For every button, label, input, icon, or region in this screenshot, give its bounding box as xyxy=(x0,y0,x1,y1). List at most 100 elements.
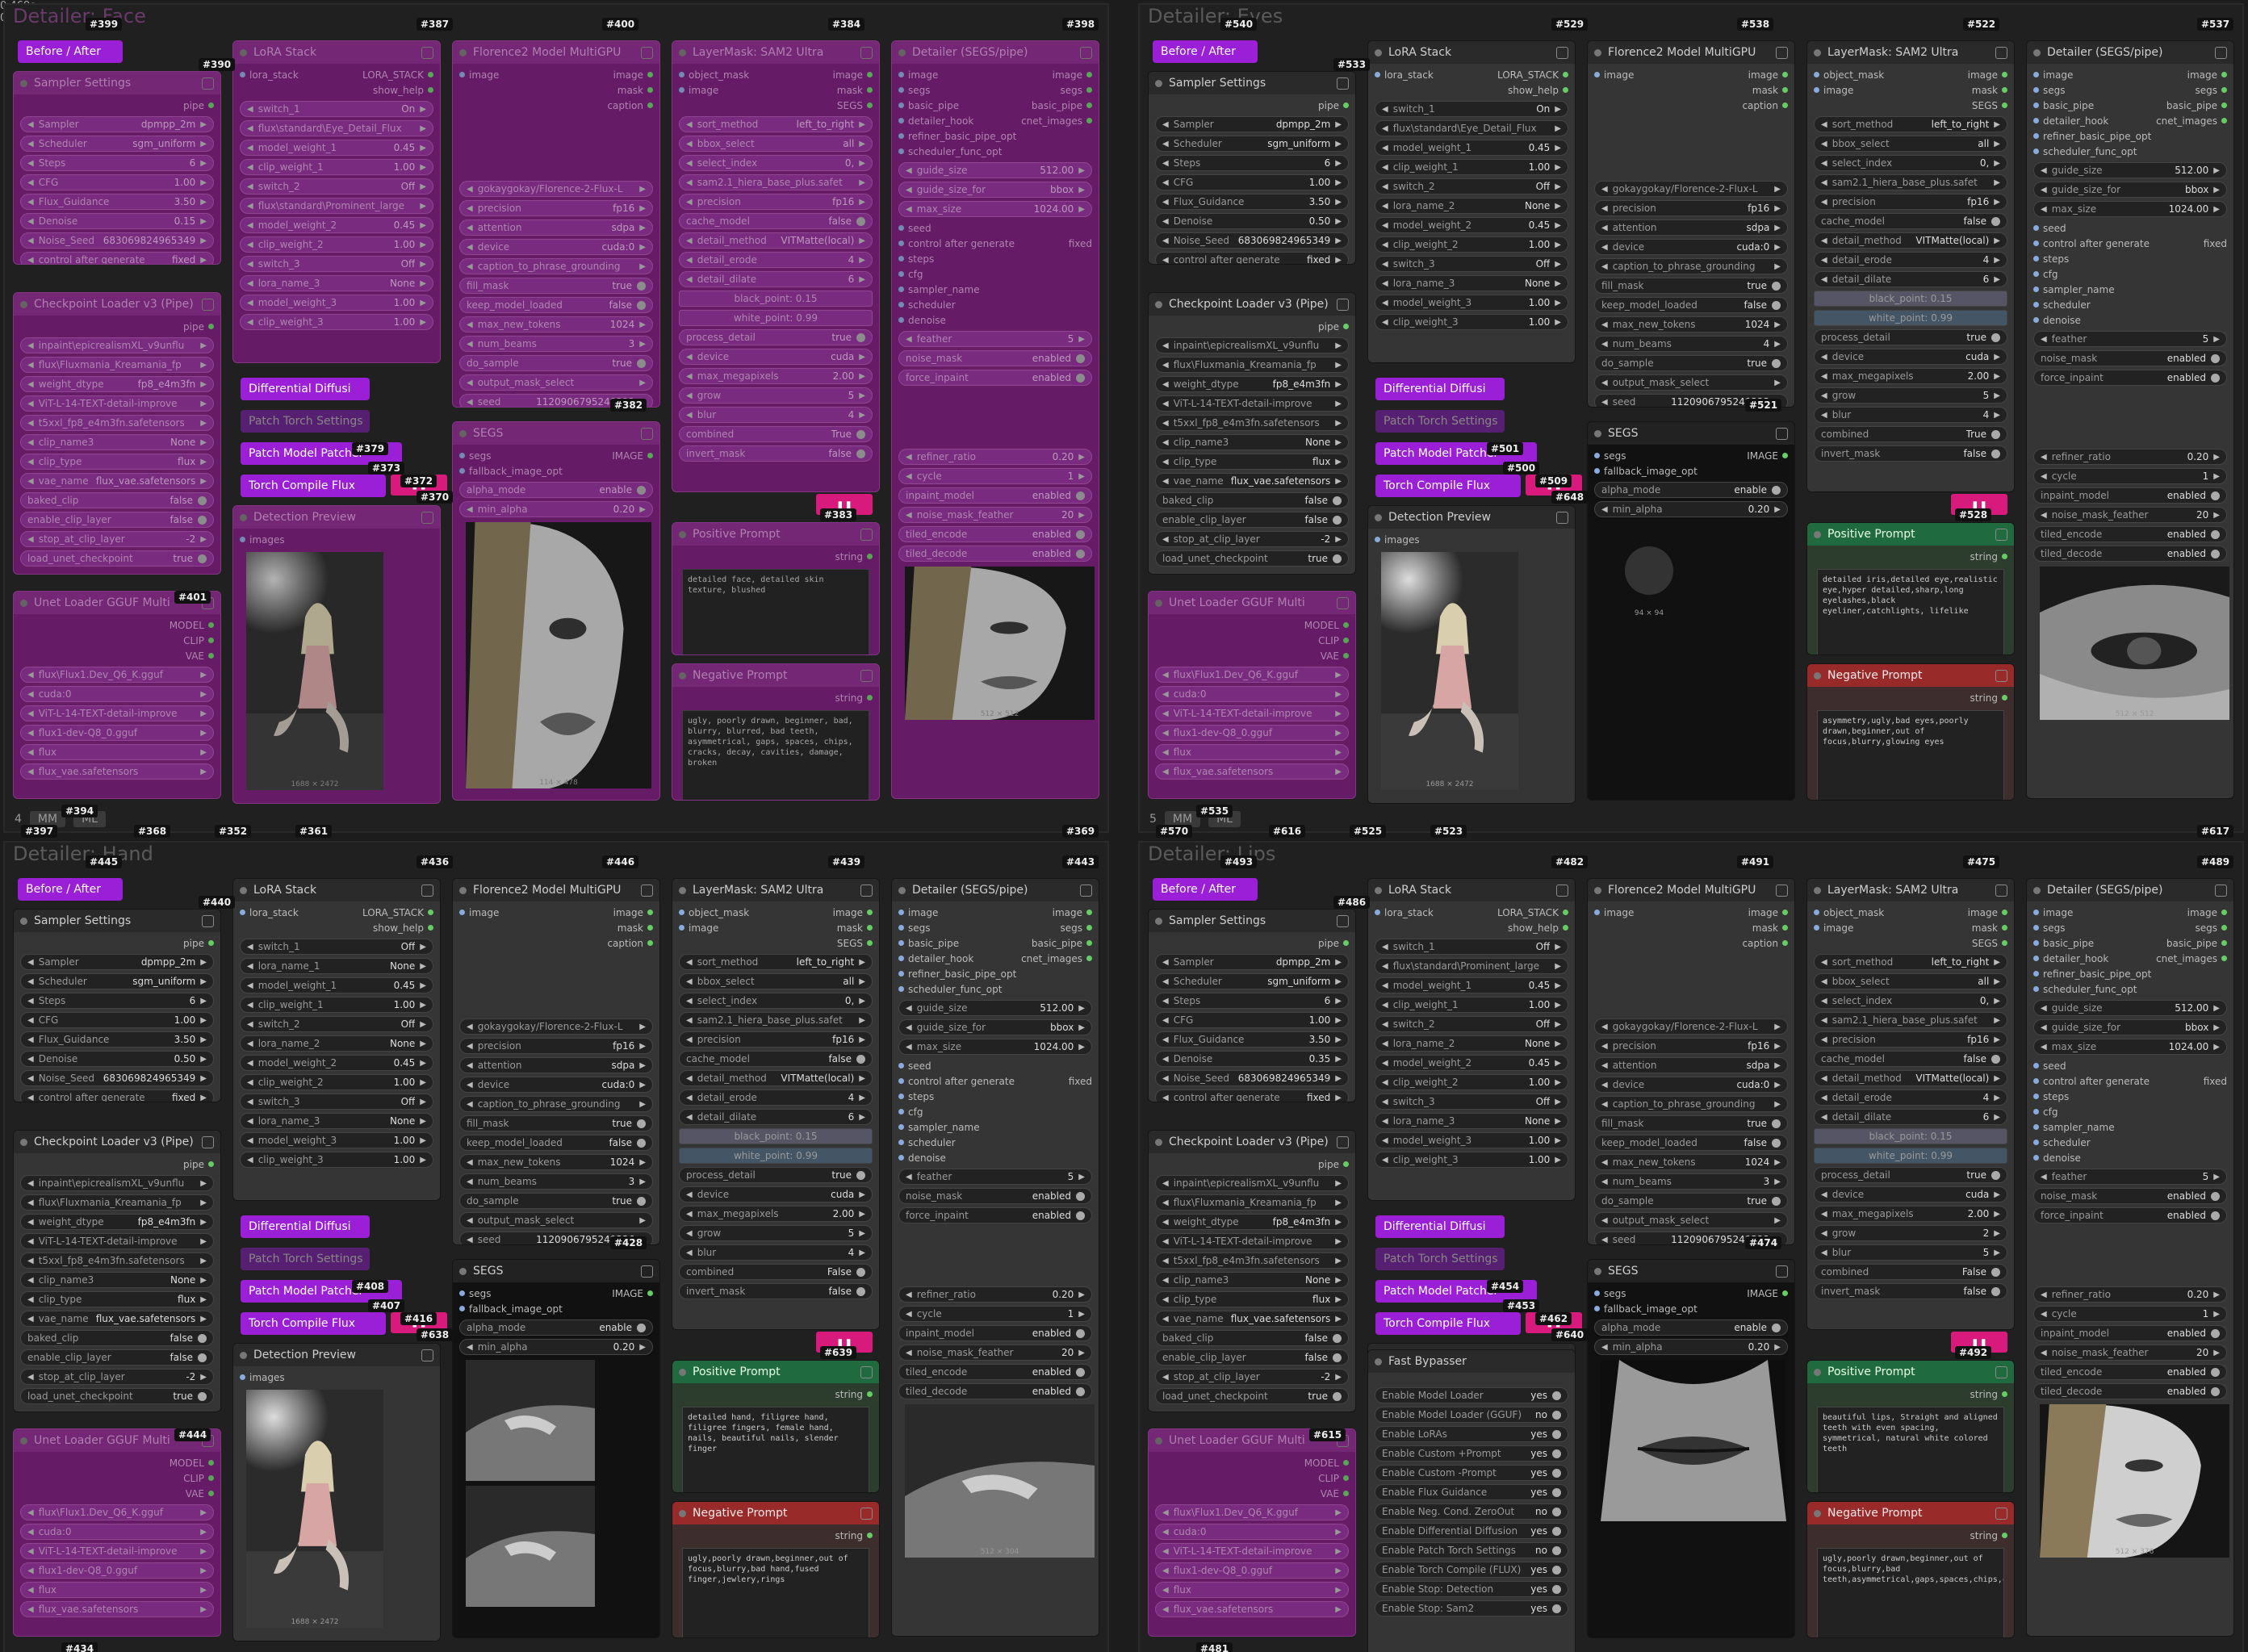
collapse-dot-icon[interactable] xyxy=(679,886,686,894)
arrow-right-icon[interactable]: ▶ xyxy=(859,391,865,400)
output-dot-icon[interactable] xyxy=(867,1533,873,1538)
arrow-left-icon[interactable]: ◀ xyxy=(1162,767,1169,776)
output-port[interactable]: string xyxy=(835,1530,873,1541)
fast-bypasser-toggle[interactable]: Enable Neg. Cond. ZeroOut no xyxy=(1375,1504,1568,1520)
output-dot-icon[interactable] xyxy=(2221,118,2227,123)
toggle-icon[interactable] xyxy=(637,281,646,291)
sampler-control-after-generate[interactable]: ◀ control after generate fixed ▶ xyxy=(1155,252,1349,264)
arrow-right-icon[interactable]: ▶ xyxy=(200,1198,207,1207)
output-port[interactable]: CLIP xyxy=(1318,635,1349,646)
before-after-button[interactable]: Before / After xyxy=(1153,40,1258,63)
collapse-dot-icon[interactable] xyxy=(459,429,467,437)
detailer-widget[interactable]: ◀ refiner_ratio 0.20 ▶ xyxy=(898,449,1092,465)
arrow-left-icon[interactable]: ◀ xyxy=(247,299,253,307)
arrow-right-icon[interactable]: ▶ xyxy=(859,1190,865,1199)
toggle-icon[interactable] xyxy=(1552,1391,1561,1400)
arrow-right-icon[interactable]: ▶ xyxy=(1335,1094,1342,1102)
output-port[interactable]: basic_pipe xyxy=(1032,938,1092,949)
node-menu-icon[interactable] xyxy=(1776,427,1788,440)
node-menu-icon[interactable] xyxy=(860,528,873,541)
arrow-left-icon[interactable]: ◀ xyxy=(1601,185,1608,194)
input-dot-icon[interactable] xyxy=(2033,317,2039,323)
toggle-icon[interactable] xyxy=(2211,1386,2220,1396)
sam-widget[interactable]: ◀ precision fp16 ▶ xyxy=(1814,1031,2007,1048)
collapse-dot-icon[interactable] xyxy=(240,886,247,894)
lora-stack-node[interactable]: LoRA Stack lora_stack LORA_STACK show_help ◀… xyxy=(1367,40,1576,363)
ckpt-widget[interactable]: ◀ flux\Fluxmania_Kreamania_fp ▶ xyxy=(1155,1194,1349,1211)
florence-widget[interactable]: ◀ precision fp16 ▶ xyxy=(459,1038,653,1054)
output-dot-icon[interactable] xyxy=(428,910,433,915)
output-port[interactable]: caption xyxy=(607,100,653,111)
collapse-dot-icon[interactable] xyxy=(898,886,906,894)
input-port[interactable]: sampler_name xyxy=(2033,284,2115,295)
arrow-right-icon[interactable]: ▶ xyxy=(639,1158,646,1167)
node-titlebar[interactable]: Detection Preview xyxy=(233,1344,440,1366)
arrow-left-icon[interactable]: ◀ xyxy=(906,472,912,481)
arrow-right-icon[interactable]: ▶ xyxy=(1335,1605,1342,1614)
node-titlebar[interactable]: Detection Preview xyxy=(1368,506,1575,529)
output-port[interactable]: caption xyxy=(1742,100,1788,111)
input-dot-icon[interactable] xyxy=(679,925,684,931)
input-dot-icon[interactable] xyxy=(2033,225,2039,231)
florence-widget[interactable]: keep_model_loaded false xyxy=(459,1135,653,1151)
output-dot-icon[interactable] xyxy=(2002,925,2007,931)
output-port[interactable]: pipe xyxy=(183,321,214,332)
collapse-dot-icon[interactable] xyxy=(20,599,27,607)
output-port[interactable]: caption xyxy=(1742,938,1788,949)
sam-widget[interactable]: ◀ select_index 0, ▶ xyxy=(679,993,873,1009)
unet-widget[interactable]: ◀ flux ▶ xyxy=(1155,744,1349,760)
arrow-left-icon[interactable]: ◀ xyxy=(27,1257,34,1265)
arrow-right-icon[interactable]: ▶ xyxy=(200,159,207,168)
detailer-widget[interactable]: force_inpaint enabled xyxy=(2033,1207,2227,1223)
collapse-dot-icon[interactable] xyxy=(1814,530,1821,538)
sam-widget[interactable]: ◀ grow 2 ▶ xyxy=(1814,1225,2007,1241)
arrow-right-icon[interactable]: ▶ xyxy=(200,1237,207,1246)
arrow-right-icon[interactable]: ▶ xyxy=(200,120,207,129)
arrow-left-icon[interactable]: ◀ xyxy=(1162,690,1169,699)
ckpt-widget[interactable]: ◀ flux\Fluxmania_Kreamania_fp ▶ xyxy=(1155,357,1349,373)
unet-loader-gguf-node[interactable]: Unet Loader GGUF Multi MODEL CLIP VAE ◀ flux\… xyxy=(1148,1428,1356,1637)
arrow-left-icon[interactable]: ◀ xyxy=(27,1198,34,1207)
sam-widget[interactable]: process_detail true xyxy=(1814,329,2007,345)
lora-widget[interactable]: ◀ model_weight_1 0.45 ▶ xyxy=(240,977,433,993)
node-menu-icon[interactable] xyxy=(202,298,214,311)
input-dot-icon[interactable] xyxy=(1375,72,1380,77)
arrow-right-icon[interactable]: ▶ xyxy=(639,262,646,271)
input-dot-icon[interactable] xyxy=(898,1109,904,1115)
arrow-left-icon[interactable]: ◀ xyxy=(27,1295,34,1304)
arrow-right-icon[interactable]: ▶ xyxy=(1555,1156,1561,1165)
output-dot-icon[interactable] xyxy=(867,695,873,701)
arrow-right-icon[interactable]: ▶ xyxy=(859,997,865,1006)
sam-widget[interactable]: ◀ sort_method left_to_right ▶ xyxy=(1814,954,2007,970)
arrow-right-icon[interactable]: ▶ xyxy=(2213,511,2220,520)
arrow-left-icon[interactable]: ◀ xyxy=(467,1023,473,1031)
toggle-icon[interactable] xyxy=(198,554,207,563)
lora-widget[interactable]: ◀ clip_weight_3 1.00 ▶ xyxy=(1375,1152,1568,1168)
arrow-left-icon[interactable]: ◀ xyxy=(467,204,473,213)
arrow-left-icon[interactable]: ◀ xyxy=(1162,997,1169,1006)
arrow-right-icon[interactable]: ▶ xyxy=(1078,1004,1085,1013)
arrow-right-icon[interactable]: ▶ xyxy=(1555,221,1561,230)
sam-widget[interactable]: combined False xyxy=(679,1264,873,1280)
arrow-left-icon[interactable]: ◀ xyxy=(27,671,34,680)
fast-bypasser-toggle[interactable]: Enable Torch Compile (FLUX) yes xyxy=(1375,1562,1568,1578)
detailer-widget[interactable]: ◀ max_size 1024.00 ▶ xyxy=(898,1039,1092,1055)
output-dot-icon[interactable] xyxy=(2002,1391,2007,1397)
input-port[interactable]: scheduler xyxy=(2033,299,2091,311)
input-dot-icon[interactable] xyxy=(1594,453,1600,458)
node-titlebar[interactable]: LoRA Stack xyxy=(233,41,440,64)
positive-prompt-node[interactable]: Positive Prompt string detailed face, deta… xyxy=(672,522,880,655)
output-dot-icon[interactable] xyxy=(2221,102,2227,108)
arrow-left-icon[interactable]: ◀ xyxy=(467,398,473,407)
input-port[interactable]: basic_pipe xyxy=(898,938,959,949)
arrow-right-icon[interactable]: ▶ xyxy=(639,1042,646,1051)
arrow-right-icon[interactable]: ▶ xyxy=(200,1276,207,1285)
florence-widget[interactable]: ◀ gokaygokay/Florence-2-Flux-L ▶ xyxy=(1594,181,1788,197)
arrow-right-icon[interactable]: ▶ xyxy=(1335,535,1342,544)
arrow-left-icon[interactable]: ◀ xyxy=(27,1276,34,1285)
arrow-left-icon[interactable]: ◀ xyxy=(1162,341,1169,350)
arrow-left-icon[interactable]: ◀ xyxy=(2041,1173,2047,1181)
unet-widget[interactable]: ◀ flux\Flux1.Dev_Q6_K.gguf ▶ xyxy=(20,667,214,683)
arrow-left-icon[interactable]: ◀ xyxy=(686,1113,693,1122)
ckpt-widget[interactable]: ◀ vae_name flux_vae.safetensors ▶ xyxy=(1155,1311,1349,1327)
